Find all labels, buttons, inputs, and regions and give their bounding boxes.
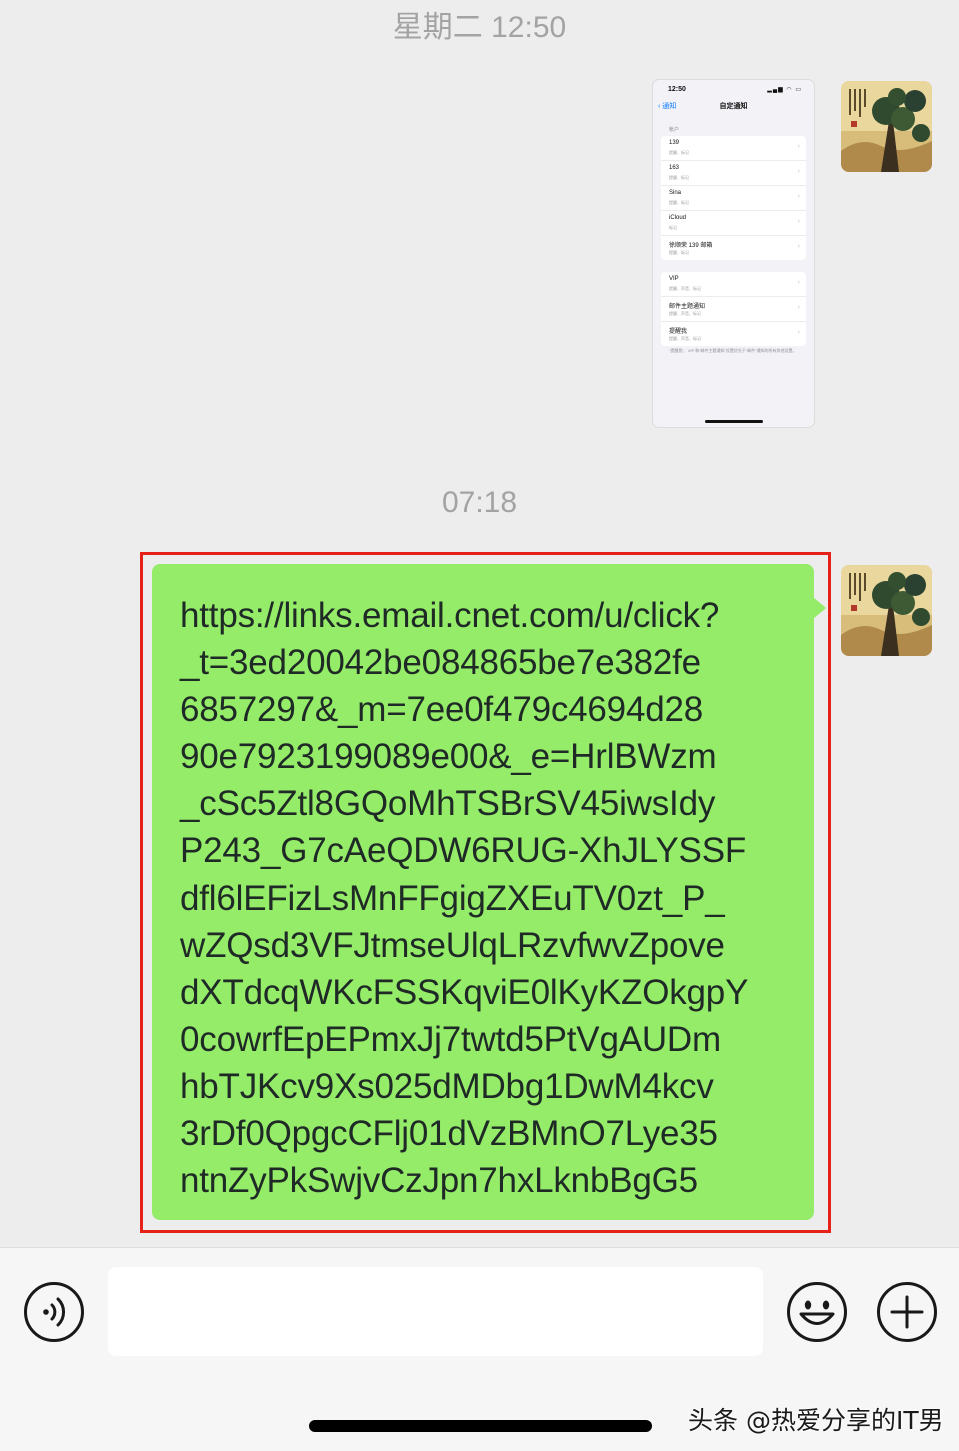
screen-title: 自定通知 xyxy=(719,103,748,110)
chevron-right-icon: › xyxy=(797,304,800,311)
message-line: 3rDf0QpgcCFlj01dVzBMnO7Lye35 xyxy=(180,1114,718,1154)
list-item: iCloud 标记 › xyxy=(661,211,806,236)
message-bubble[interactable]: https://links.email.cnet.com/u/click? _t… xyxy=(152,564,826,1220)
emoji-icon xyxy=(787,1282,847,1342)
chevron-right-icon: › xyxy=(797,218,800,225)
message-line: wZQsd3VFJtmseUlqLRzvfwvZpove xyxy=(180,925,725,965)
message-input[interactable] xyxy=(108,1267,763,1356)
accounts-group: 139 提醒、标记 › 163 提醒、标记 › Sina 提醒、标记 › iCloud 标记 ›… xyxy=(661,136,806,260)
message-line: 0cowrfEpEPmxJj7twtd5PtVgAUDm xyxy=(180,1019,721,1059)
message-line: _t=3ed20042be084865be7e382fe xyxy=(180,643,701,683)
section-label: 帐户 xyxy=(669,127,680,133)
others-group: VIP 提醒、声音、标记 › 邮件主题通知 提醒、声音、标记 › 提醒我 提醒、声音、标记… xyxy=(661,272,806,346)
message-line: ntnZyPkSwjvCzJpn7hxLknbBgG5 xyxy=(180,1161,698,1201)
chevron-right-icon: › xyxy=(797,279,800,286)
input-bar: 头条 @热爱分享的IT男 xyxy=(0,1247,959,1451)
voice-icon xyxy=(24,1282,84,1342)
avatar[interactable] xyxy=(841,565,932,656)
message-line: 6857297&_m=7ee0f479c4694d28 xyxy=(180,690,704,730)
message-line: _cSc5Ztl8GQoMhTSBrSV45iwsIdy xyxy=(180,784,716,824)
timestamp: 星期二 12:50 xyxy=(392,11,567,44)
chevron-right-icon: › xyxy=(797,143,800,150)
list-item: 139 提醒、标记 › xyxy=(661,136,806,161)
list-item: 徐顺荣 139 邮箱 提醒、标记 › xyxy=(669,243,800,255)
timestamp: 07:18 xyxy=(441,486,518,519)
status-time: 12:50 xyxy=(668,86,686,93)
list-item: Sina 提醒、标记 › xyxy=(661,186,806,211)
list-item: 163 提醒、标记 › xyxy=(661,161,806,186)
footer-note: “提醒我”、VIP 和“邮件主题通知”设置优先于“邮件”通知的所有其他设置。 xyxy=(669,348,797,353)
list-item: VIP 提醒、声音、标记 › xyxy=(661,272,806,297)
home-indicator xyxy=(705,420,763,423)
plus-icon xyxy=(877,1282,937,1342)
message-line: 90e7923199089e00&_e=HrlBWzm xyxy=(180,737,717,777)
message-line: P243_G7cAeQDW6RUG-XhJLYSSF xyxy=(180,831,747,871)
home-indicator xyxy=(309,1420,652,1432)
avatar-painting-icon xyxy=(841,81,932,172)
avatar[interactable] xyxy=(841,81,932,172)
chevron-right-icon: › xyxy=(797,168,800,175)
plus-button[interactable] xyxy=(876,1281,938,1343)
image-message[interactable]: 12:50 ▂▄▆ ◠ ▭ ‹ 通知 自定通知 帐户 139 提醒、标记 › 163… xyxy=(653,80,814,427)
message-line: https://links.email.cnet.com/u/click? xyxy=(180,596,720,635)
chevron-right-icon: › xyxy=(797,243,800,250)
chevron-right-icon: › xyxy=(797,329,800,336)
list-item: 邮件主题通知 提醒、声音、标记 › xyxy=(661,297,806,322)
chevron-right-icon: › xyxy=(797,193,800,200)
message-line: hbTJKcv9Xs025dMDbg1DwM4kcv xyxy=(180,1066,714,1106)
message-line: dfl6lEFizLsMnFFgigZXEuTV0zt_P_ xyxy=(180,878,725,918)
list-item: 提醒我 提醒、声音、标记 › xyxy=(669,329,800,341)
avatar-painting-icon xyxy=(841,565,932,656)
message-line: dXTdcqWKcFSSKqviE0lKyKZOkgpY xyxy=(180,972,749,1012)
status-icons: ▂▄▆ ◠ ▭ xyxy=(767,87,802,93)
watermark: 头条 @热爱分享的IT男 xyxy=(688,1406,944,1435)
emoji-button[interactable] xyxy=(786,1281,848,1343)
voice-button[interactable] xyxy=(23,1281,85,1343)
